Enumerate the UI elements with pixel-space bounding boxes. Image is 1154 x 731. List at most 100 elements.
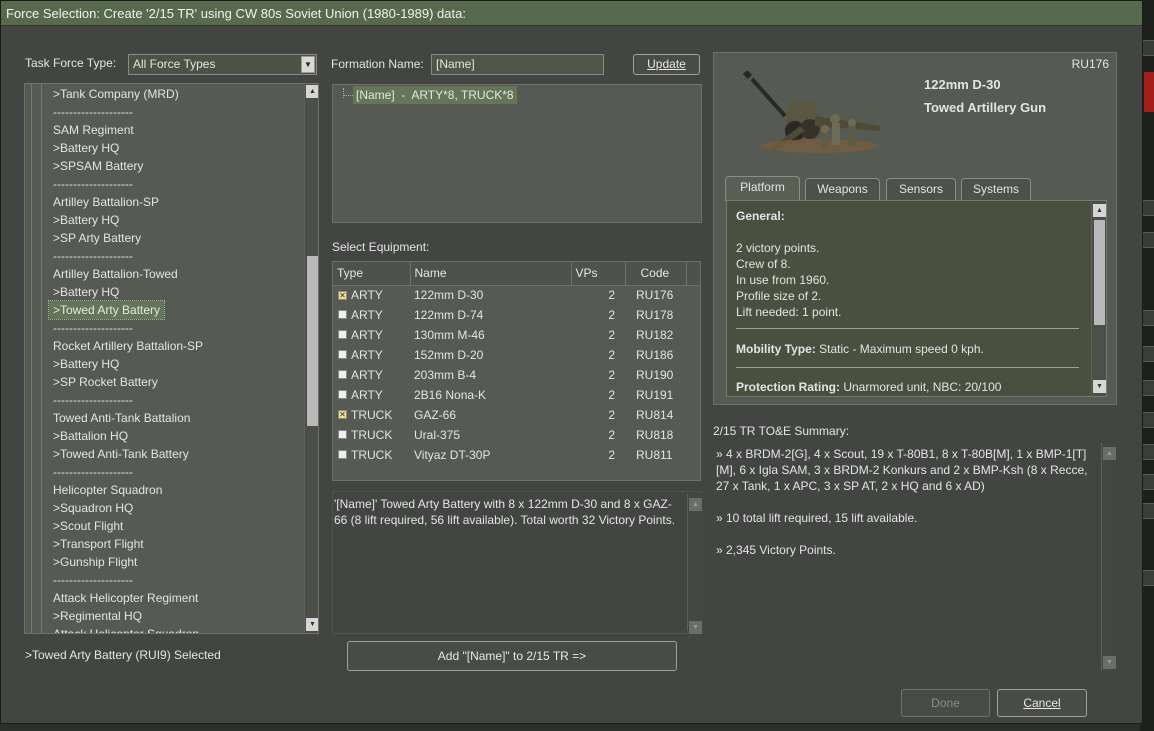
formation-tree[interactable]: [Name] - ARTY*8, TRUCK*8 xyxy=(332,84,702,223)
chevron-down-icon[interactable]: ▼ xyxy=(301,56,315,73)
scroll-down-icon[interactable]: ▼ xyxy=(1093,380,1106,393)
select-equipment-label: Select Equipment: xyxy=(332,240,430,254)
column-name[interactable]: Name xyxy=(410,262,572,286)
background-window-fragment xyxy=(1142,40,1154,56)
column-vps[interactable]: VPs xyxy=(571,262,626,286)
tab-systems[interactable]: Systems xyxy=(961,178,1031,200)
equipment-row[interactable]: ARTY 203mm B-4 2 RU190 xyxy=(333,365,700,385)
equipment-row[interactable]: TRUCK Vityaz DT-30P 2 RU811 xyxy=(333,445,700,465)
tree-item[interactable]: >Tank Company (MRD) xyxy=(53,85,179,103)
checkbox-icon[interactable]: ✕ xyxy=(338,290,347,300)
checkbox-icon[interactable] xyxy=(338,350,347,360)
scroll-up-icon[interactable]: ▲ xyxy=(1103,447,1116,460)
column-type[interactable]: Type xyxy=(333,262,411,286)
unit-code: RU176 xyxy=(1071,57,1109,71)
window-title: Force Selection: Create '2/15 TR' using … xyxy=(1,1,1142,26)
tree-item[interactable]: -------------------- xyxy=(53,463,133,481)
mobility-value: Static - Maximum speed 0 kph. xyxy=(815,342,984,356)
done-button[interactable]: Done xyxy=(901,689,990,717)
unit-name: 122mm D-30 xyxy=(924,77,1001,92)
tree-item[interactable]: >SPSAM Battery xyxy=(53,157,143,175)
equipment-row[interactable]: ARTY 2B16 Nona-K 2 RU191 xyxy=(333,385,700,405)
scroll-down-icon[interactable]: ▼ xyxy=(306,618,318,631)
details-scrollbar[interactable]: ▲ ▼ xyxy=(1091,202,1106,395)
formation-tree-node[interactable]: [Name] - ARTY*8, TRUCK*8 xyxy=(353,86,517,104)
tree-item[interactable]: Towed Anti-Tank Battalion xyxy=(53,409,190,427)
tree-item[interactable]: Artilley Battalion-Towed xyxy=(53,265,178,283)
tree-item[interactable]: >Scout Flight xyxy=(53,517,123,535)
task-force-type-select[interactable]: All Force Types ▼ xyxy=(128,54,317,75)
scroll-thumb[interactable] xyxy=(1094,220,1105,325)
tree-item[interactable]: -------------------- xyxy=(53,571,133,589)
checkbox-icon[interactable] xyxy=(338,390,347,400)
description-scrollbar[interactable]: ▲ ▼ xyxy=(687,494,702,634)
equipment-name: 152mm D-20 xyxy=(414,348,484,362)
scroll-up-icon[interactable]: ▲ xyxy=(306,85,318,98)
scroll-up-icon[interactable]: ▲ xyxy=(1093,204,1106,217)
background-window-fragment xyxy=(1142,380,1154,396)
checkbox-icon[interactable] xyxy=(338,330,347,340)
scroll-thumb[interactable] xyxy=(307,256,318,426)
equipment-row[interactable]: TRUCK Ural-375 2 RU818 xyxy=(333,425,700,445)
tree-item[interactable]: >Battalion HQ xyxy=(53,427,128,445)
cancel-button[interactable]: Cancel xyxy=(997,689,1087,717)
equipment-type: ARTY xyxy=(351,388,383,402)
equipment-type: ARTY xyxy=(351,348,383,362)
tree-item[interactable]: Helicopter Squadron xyxy=(53,481,162,499)
tree-item[interactable]: -------------------- xyxy=(53,391,133,409)
tree-item[interactable]: >Squadron HQ xyxy=(53,499,133,517)
tree-item[interactable]: -------------------- xyxy=(53,175,133,193)
checkbox-icon[interactable] xyxy=(338,310,347,320)
summary-scrollbar[interactable]: ▲ ▼ xyxy=(1101,443,1116,671)
tree-item[interactable]: >SP Arty Battery xyxy=(53,229,141,247)
tree-item[interactable]: -------------------- xyxy=(53,319,133,337)
tree-item[interactable]: >Battery HQ xyxy=(53,355,119,373)
tree-item[interactable]: >Towed Anti-Tank Battery xyxy=(53,445,189,463)
equipment-row[interactable]: ✕ ARTY 122mm D-30 2 RU176 xyxy=(333,285,700,305)
equipment-code: RU814 xyxy=(636,408,674,422)
equipment-code: RU178 xyxy=(636,308,674,322)
checkbox-icon[interactable]: ✕ xyxy=(338,410,347,420)
tree-scrollbar[interactable]: ▲ ▼ xyxy=(304,84,318,633)
tree-item[interactable]: -------------------- xyxy=(53,103,133,121)
unit-type: Towed Artillery Gun xyxy=(924,100,1047,115)
checkbox-icon[interactable] xyxy=(338,430,347,440)
checkbox-icon[interactable] xyxy=(338,450,347,460)
scroll-down-icon[interactable]: ▼ xyxy=(689,621,702,634)
equipment-row[interactable]: ARTY 130mm M-46 2 RU182 xyxy=(333,325,700,345)
tab-weapons[interactable]: Weapons xyxy=(805,178,880,200)
equipment-row[interactable]: ARTY 152mm D-20 2 RU186 xyxy=(333,345,700,365)
force-tree[interactable]: >Tank Company (MRD) -------------------- S… xyxy=(24,83,319,634)
equipment-code: RU818 xyxy=(636,428,674,442)
tree-item[interactable]: Attack Helicopter Regiment xyxy=(53,589,198,607)
tree-item[interactable]: >Battery HQ xyxy=(53,283,119,301)
tree-item[interactable]: SAM Regiment xyxy=(53,121,134,139)
tree-item[interactable]: >Battery HQ xyxy=(53,211,119,229)
formation-name-value: [Name] xyxy=(436,57,475,71)
mobility-type: Mobility Type: Static - Maximum speed 0 … xyxy=(736,342,984,356)
summary-line: » 4 x BRDM-2[G], 4 x Scout, 19 x T-80B1,… xyxy=(716,447,1088,493)
tree-item[interactable]: >Regimental HQ xyxy=(53,607,142,625)
equipment-type: ARTY xyxy=(351,288,383,303)
tab-sensors[interactable]: Sensors xyxy=(886,178,956,200)
tree-item[interactable]: Attack Helicopter Squadron xyxy=(53,625,199,633)
scroll-up-icon[interactable]: ▲ xyxy=(689,498,702,511)
tree-item[interactable]: >Transport Flight xyxy=(53,535,144,553)
tree-item[interactable]: >Gunship Flight xyxy=(53,553,137,571)
tree-item[interactable]: >Battery HQ xyxy=(53,139,119,157)
column-code[interactable]: Code xyxy=(625,262,687,286)
formation-name-input[interactable]: [Name] xyxy=(431,54,604,75)
unit-info-panel: RU176 122mm D-30 Towed Artillery Gun Pla… xyxy=(713,52,1117,405)
scroll-down-icon[interactable]: ▼ xyxy=(1103,656,1116,669)
tree-item[interactable]: -------------------- xyxy=(53,247,133,265)
checkbox-icon[interactable] xyxy=(338,370,347,380)
add-to-formation-button[interactable]: Add "[Name]" to 2/15 TR => xyxy=(347,641,677,671)
tab-platform[interactable]: Platform xyxy=(725,176,800,201)
tree-item[interactable]: >SP Rocket Battery xyxy=(53,373,158,391)
equipment-row[interactable]: ✕ TRUCK GAZ-66 2 RU814 xyxy=(333,405,700,425)
tree-item[interactable]: Rocket Artillery Battalion-SP xyxy=(53,337,203,355)
equipment-row[interactable]: ARTY 122mm D-74 2 RU178 xyxy=(333,305,700,325)
update-button[interactable]: Update xyxy=(633,54,700,75)
tree-item-selected[interactable]: >Towed Arty Battery xyxy=(47,300,166,320)
tree-item[interactable]: Artilley Battalion-SP xyxy=(53,193,159,211)
